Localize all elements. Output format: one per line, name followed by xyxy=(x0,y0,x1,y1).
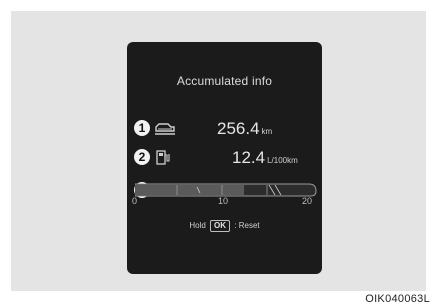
figure-code: OIK040063L xyxy=(365,293,430,305)
fuel-pump-icon xyxy=(156,150,170,165)
gauge-mid-label: 10 xyxy=(218,196,229,206)
distance-readout: 256.4 km xyxy=(217,119,272,139)
distance-value: 256.4 xyxy=(217,119,260,138)
screen-title: Accumulated info xyxy=(176,74,273,88)
fuel-economy-value: 12.4 xyxy=(232,148,266,167)
gauge-min-label: 0 xyxy=(132,196,138,206)
reset-hint-prefix: Hold xyxy=(189,221,206,230)
callout-badge-1: 1 xyxy=(134,120,150,136)
fuel-economy-unit: L/100km xyxy=(267,156,298,165)
gauge-fill xyxy=(135,185,245,195)
cluster-display: Accumulated info 1 256.4 km 2 12.4 L/100km… xyxy=(127,42,322,274)
fuel-economy-readout: 12.4 L/100km xyxy=(232,148,298,168)
ok-button[interactable]: OK xyxy=(210,220,231,232)
gauge-max-label: 20 xyxy=(302,196,313,206)
distance-unit: km xyxy=(261,127,273,136)
reset-hint-suffix: : Reset xyxy=(234,221,260,230)
callout-badge-2: 2 xyxy=(134,149,150,165)
reset-hint: Hold OK : Reset xyxy=(127,220,322,232)
car-distance-icon xyxy=(155,123,175,135)
